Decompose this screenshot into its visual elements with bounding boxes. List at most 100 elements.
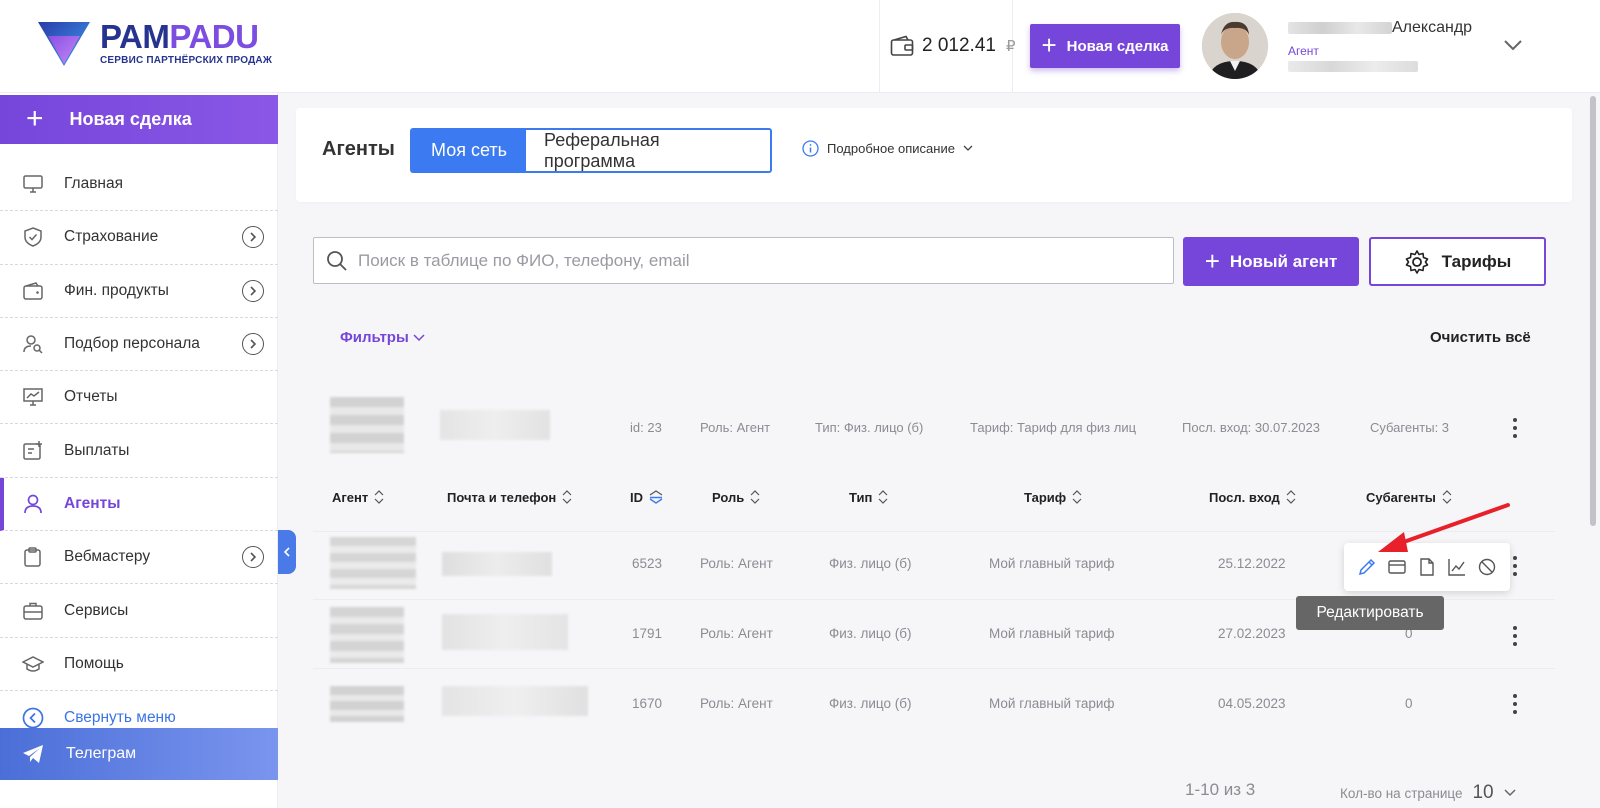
summary-role: Роль: Агент — [700, 420, 771, 435]
agent-name-blurred — [330, 537, 416, 589]
sidebar-item-help[interactable]: Помощь — [0, 638, 278, 691]
search-field[interactable] — [313, 237, 1174, 284]
monitor-icon — [22, 173, 44, 195]
cell-role: Роль: Агент — [700, 696, 773, 711]
column-last-login[interactable]: Посл. вход — [1209, 488, 1296, 506]
user-name: Александр — [1392, 19, 1473, 36]
filters-toggle[interactable]: Фильтры — [340, 329, 425, 346]
sort-descending-icon — [649, 490, 663, 504]
cell-role: Роль: Агент — [700, 556, 773, 571]
cell-type: Физ. лицо (б) — [829, 696, 912, 711]
briefcase-icon — [22, 600, 44, 622]
tab-referral-program[interactable]: Реферальная программа — [526, 130, 770, 171]
summary-subagents: Субагенты: 3 — [1370, 420, 1450, 435]
cell-type: Физ. лицо (б) — [829, 626, 912, 641]
summary-type: Тип: Физ. лицо (б) — [815, 420, 924, 435]
plus-icon: + — [1204, 245, 1220, 276]
chevron-down-icon — [413, 333, 425, 341]
avatar[interactable] — [1202, 13, 1268, 79]
agents-header-card: Агенты Моя сеть Реферальная программа По… — [296, 108, 1572, 202]
chevron-left-icon — [283, 547, 290, 557]
cell-type: Физ. лицо (б) — [829, 556, 912, 571]
cell-last-login: 27.02.2023 — [1218, 626, 1286, 641]
annotation-arrow-icon — [1378, 503, 1510, 552]
sidebar-item-webmaster[interactable]: Вебмастеру — [0, 531, 278, 585]
agent-name-blurred — [330, 607, 404, 663]
sidebar-item-payouts[interactable]: Выплаты — [0, 424, 278, 478]
sidebar-item-services[interactable]: Сервисы — [0, 584, 278, 638]
sidebar-telegram-link[interactable]: Телеграм — [0, 728, 278, 780]
sidebar-item-reports[interactable]: Отчеты — [0, 371, 278, 425]
clear-all-button[interactable]: Очистить всё — [1430, 329, 1531, 346]
logo-wordmark: PAMPADU — [100, 18, 259, 55]
tab-my-network[interactable]: Моя сеть — [412, 130, 526, 171]
info-icon — [802, 140, 819, 157]
user-surname-blurred — [1288, 22, 1392, 34]
header-new-deal-button[interactable]: + Новая сделка — [1030, 24, 1180, 68]
top-header: PAMPADU СЕРВИС ПАРТНЁРСКИХ ПРОДАЖ 2 012.… — [0, 0, 1600, 93]
search-input[interactable] — [358, 250, 1138, 271]
sidebar-item-recruitment[interactable]: Подбор персонала — [0, 318, 278, 372]
balance-value: 2 012.41 — [922, 35, 996, 56]
telegram-icon — [23, 745, 43, 763]
cell-tariff: Мой главный тариф — [989, 626, 1115, 641]
more-options-icon[interactable] — [1512, 694, 1518, 714]
sort-icon — [750, 490, 760, 504]
agent-name-blurred — [330, 686, 404, 722]
description-toggle[interactable]: Подробное описание — [802, 140, 973, 157]
payout-icon — [22, 440, 44, 462]
sort-icon — [1286, 490, 1296, 504]
column-type[interactable]: Тип — [849, 488, 888, 506]
sidebar-new-deal-button[interactable]: + Новая сделка — [0, 95, 278, 144]
agent-contact-blurred — [440, 410, 550, 440]
sidebar-item-insurance[interactable]: Страхование — [0, 211, 278, 265]
cell-last-login: 04.05.2023 — [1218, 696, 1286, 711]
sidebar-item-fin-products[interactable]: Фин. продукты — [0, 265, 278, 318]
column-role[interactable]: Роль — [712, 488, 760, 506]
sidebar-collapse-tab[interactable] — [278, 530, 296, 574]
pampadu-logo[interactable]: PAMPADU СЕРВИС ПАРТНЁРСКИХ ПРОДАЖ — [36, 16, 276, 74]
summary-id: id: 23 — [630, 420, 662, 435]
sidebar-item-agents[interactable]: Агенты — [0, 477, 278, 532]
column-agent[interactable]: Агент — [332, 488, 384, 506]
cell-subagents: 0 — [1405, 696, 1413, 711]
wallet-icon — [22, 280, 44, 302]
chevron-right-icon[interactable] — [242, 226, 264, 249]
pagination-range: 1-10 из 3 — [1185, 780, 1256, 799]
tariffs-button[interactable]: Тарифы — [1369, 237, 1546, 286]
gear-icon — [1405, 249, 1428, 274]
shield-icon — [22, 226, 44, 248]
chevron-right-icon[interactable] — [242, 279, 264, 302]
summary-last-login: Посл. вход: 30.07.2023 — [1182, 420, 1320, 435]
sidebar-item-home[interactable]: Главная — [0, 158, 278, 212]
edit-tooltip: Редактировать — [1296, 596, 1444, 630]
column-contact[interactable]: Почта и телефон — [447, 488, 572, 506]
new-agent-button[interactable]: + Новый агент — [1183, 237, 1359, 286]
balance[interactable]: 2 012.41 ₽ — [890, 30, 1016, 62]
agent-contact-blurred — [442, 552, 552, 576]
search-icon — [327, 250, 347, 271]
more-options-icon[interactable] — [1512, 418, 1518, 438]
user-icon — [22, 493, 44, 515]
column-id[interactable]: ID — [630, 488, 663, 506]
chevron-right-icon[interactable] — [242, 546, 264, 569]
cell-id: 1670 — [632, 696, 663, 711]
currency-sign: ₽ — [1005, 38, 1016, 55]
page-title: Агенты — [322, 138, 395, 160]
chevron-right-icon[interactable] — [242, 332, 264, 355]
agent-contact-blurred — [442, 614, 568, 650]
row-divider — [313, 668, 1555, 669]
per-page-select[interactable]: Кол-во на странице 10 — [1340, 782, 1516, 804]
page-scrollbar[interactable] — [1590, 96, 1596, 526]
agents-tabs: Моя сеть Реферальная программа — [410, 128, 772, 173]
plus-icon: + — [26, 101, 44, 135]
column-tariff[interactable]: Тариф — [1024, 488, 1082, 506]
wallet-icon — [890, 35, 914, 56]
chevron-down-icon — [1504, 789, 1516, 797]
more-options-icon[interactable] — [1512, 626, 1518, 646]
chevron-down-icon[interactable] — [1502, 36, 1524, 54]
cell-id: 6523 — [632, 556, 663, 571]
cell-tariff: Мой главный тариф — [989, 696, 1115, 711]
sort-icon — [878, 490, 888, 504]
sort-icon — [374, 490, 384, 504]
